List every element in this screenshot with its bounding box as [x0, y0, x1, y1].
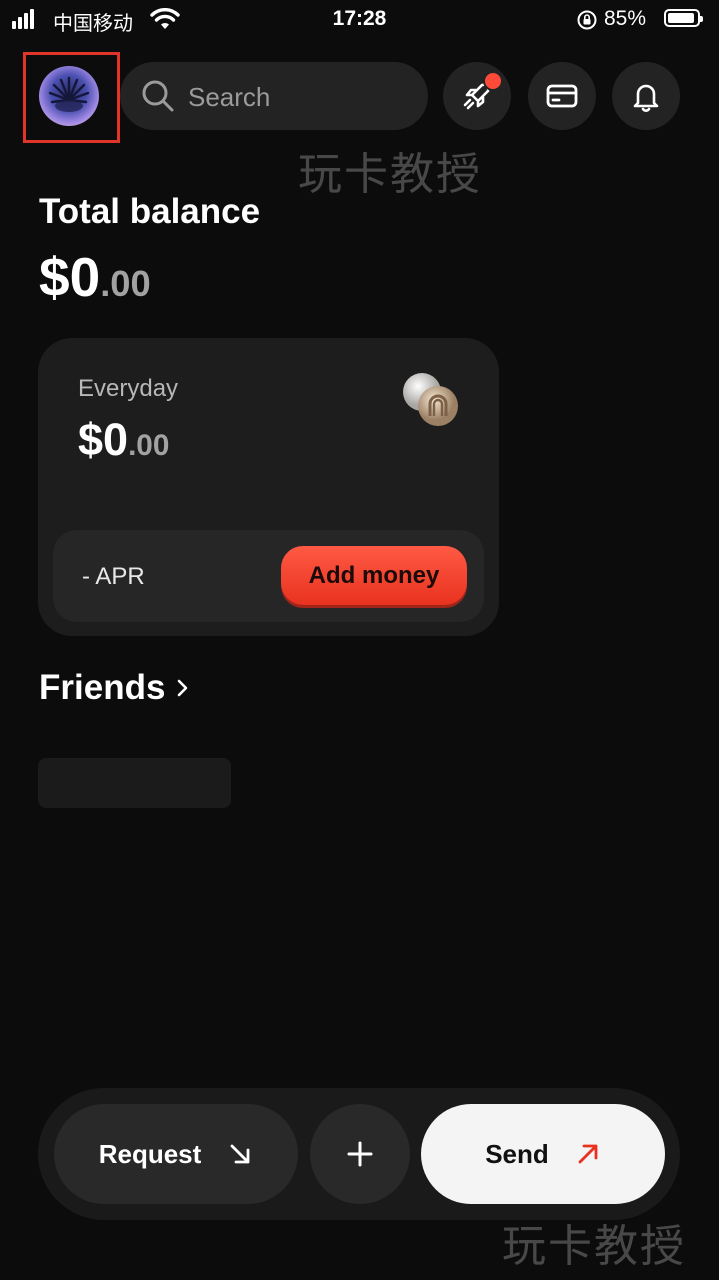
rocket-button[interactable] — [443, 62, 511, 130]
avatar-sea-urchin-icon — [48, 76, 90, 112]
profile-avatar[interactable] — [39, 66, 99, 126]
arrow-down-right-icon — [230, 1144, 250, 1164]
friends-loading-placeholder — [38, 758, 231, 808]
account-cents: .00 — [128, 429, 170, 462]
notification-dot — [483, 71, 503, 91]
add-button[interactable] — [310, 1104, 410, 1204]
send-button[interactable]: Send — [421, 1104, 665, 1204]
battery-percent: 85% — [604, 7, 647, 30]
search-input[interactable]: Search — [188, 82, 270, 113]
send-label: Send — [485, 1138, 549, 1169]
coins-icon — [403, 373, 458, 426]
status-bar: 中国移动 17:28 85% — [0, 0, 719, 40]
request-label: Request — [98, 1138, 202, 1169]
bell-icon — [633, 84, 659, 112]
friends-title: Friends — [39, 668, 166, 707]
add-money-button[interactable]: Add money — [281, 546, 467, 605]
total-balance-label: Total balance — [39, 192, 261, 231]
account-name: Everyday — [78, 375, 179, 402]
account-dollars: $0 — [78, 414, 129, 465]
friends-header[interactable]: Friends — [39, 668, 191, 708]
card-button[interactable] — [528, 62, 596, 130]
rotation-lock-icon — [577, 10, 597, 30]
battery-icon — [664, 9, 703, 27]
balance-dollars: $0 — [39, 246, 101, 308]
apr-label: - APR — [82, 563, 145, 590]
account-balance: $0.00 — [78, 414, 169, 466]
card-icon — [546, 84, 578, 108]
plus-icon — [347, 1141, 373, 1167]
search-icon — [142, 80, 174, 112]
watermark: 玩卡教授 — [298, 149, 482, 200]
balance-cents: .00 — [100, 263, 151, 304]
arrow-up-right-icon — [578, 1144, 598, 1164]
total-balance-amount: $0.00 — [39, 245, 151, 309]
request-button[interactable]: Request — [54, 1104, 298, 1204]
notifications-button[interactable] — [612, 62, 680, 130]
chevron-right-icon — [178, 679, 188, 697]
